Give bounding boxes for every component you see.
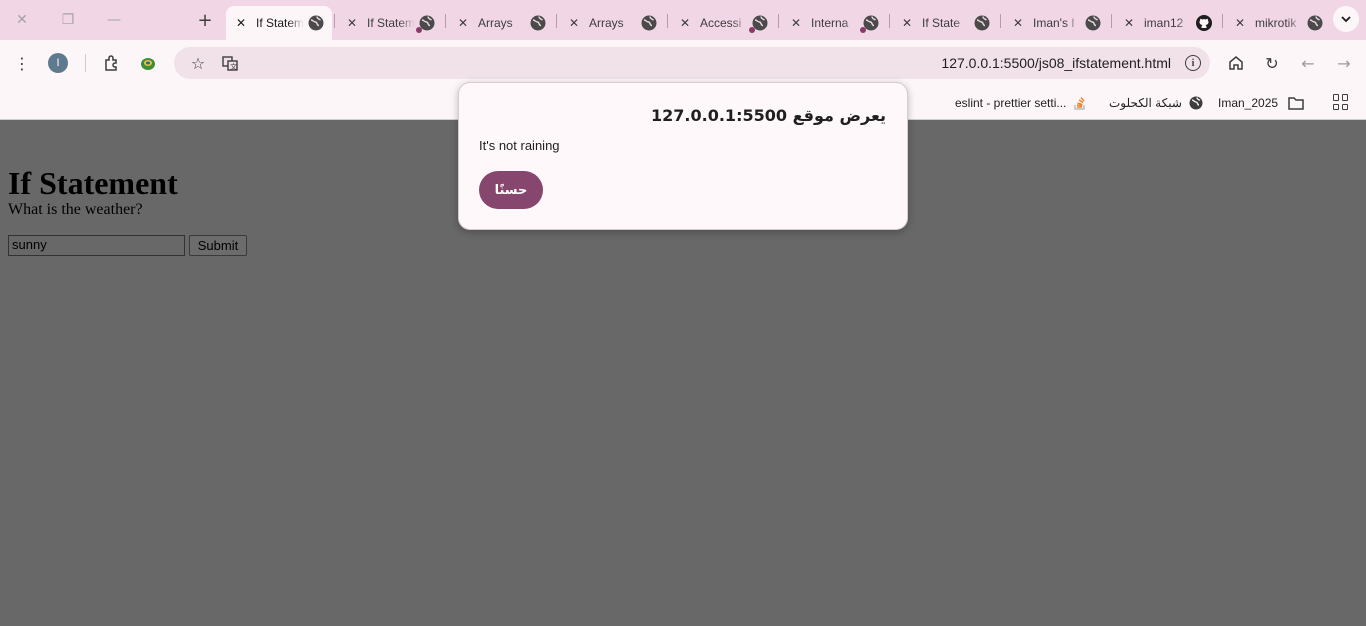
translate-icon[interactable]: 文 — [218, 51, 242, 75]
audio-indicator-icon — [749, 27, 755, 33]
tab[interactable]: ✕ Iman's I — [1003, 6, 1109, 40]
tab-close-icon[interactable]: ✕ — [678, 16, 692, 30]
new-tab-button[interactable]: + — [192, 6, 218, 34]
tab-title: If Statem — [256, 16, 304, 30]
stackoverflow-icon — [1072, 95, 1088, 111]
weather-input[interactable]: sunny — [8, 235, 185, 256]
globe-icon — [860, 15, 879, 33]
bookmark-folder-iman[interactable]: Iman_2025 — [1218, 93, 1304, 113]
tab-close-icon[interactable]: ✕ — [900, 16, 914, 30]
bookmark-label: eslint - prettier setti... — [955, 96, 1067, 110]
tab-close-icon[interactable]: ✕ — [1011, 16, 1025, 30]
close-window-icon[interactable]: ✕ — [8, 6, 36, 34]
folder-icon — [1288, 95, 1304, 111]
tab-separator — [889, 14, 890, 28]
tab-separator — [556, 14, 557, 28]
restore-window-icon[interactable]: ❐ — [54, 6, 82, 34]
apps-grid-icon[interactable] — [1333, 94, 1349, 110]
tab-title: If State — [922, 16, 961, 30]
tab-search-button[interactable] — [1333, 6, 1359, 32]
reload-icon[interactable]: ↻ — [1260, 51, 1284, 75]
tab-close-icon[interactable]: ✕ — [456, 16, 470, 30]
back-icon[interactable]: ← — [1296, 51, 1320, 75]
tab-close-icon[interactable]: ✕ — [345, 16, 359, 30]
toolbar: ⋮ I ☆ 文 127.0.0.1:5500/js08_ifstatement.… — [0, 40, 1366, 86]
dialog-message: It's not raining — [479, 138, 560, 153]
address-bar[interactable]: ☆ 文 127.0.0.1:5500/js08_ifstatement.html… — [174, 47, 1210, 79]
tab-title: Arrays — [478, 16, 513, 30]
tab-title: Accessi — [700, 16, 742, 30]
tab[interactable]: ✕ Interna — [781, 6, 887, 40]
tab-separator — [667, 14, 668, 28]
extensions-icon[interactable] — [100, 51, 124, 75]
globe-icon — [530, 15, 546, 31]
tab-title: Iman's I — [1033, 16, 1075, 30]
tab[interactable]: ✕ Arrays — [559, 6, 665, 40]
globe-icon — [641, 15, 657, 31]
globe-icon — [416, 15, 435, 33]
globe-icon — [1188, 95, 1204, 111]
tab-close-icon[interactable]: ✕ — [567, 16, 581, 30]
tab[interactable]: ✕ If State — [892, 6, 998, 40]
tab-close-icon[interactable]: ✕ — [1122, 16, 1136, 30]
dialog-title: يعرض موقع 127.0.0.1:5500 — [651, 106, 886, 125]
site-info-icon[interactable]: i — [1185, 55, 1201, 71]
avatar[interactable]: I — [48, 53, 68, 73]
tab[interactable]: ✕ Accessi — [670, 6, 776, 40]
audio-indicator-icon — [416, 27, 422, 33]
tab[interactable]: ✕ If Statem — [337, 6, 443, 40]
tab-separator — [1000, 14, 1001, 28]
tab-strip: ✕ ❐ — + ✕ If Statem ✕ If Statem ✕ Arrays ✕ Arra… — [0, 0, 1366, 40]
tab[interactable]: ✕ If Statem — [226, 6, 332, 40]
menu-kebab-icon[interactable]: ⋮ — [10, 51, 34, 75]
tab-title: Interna — [811, 16, 849, 30]
tab-close-icon[interactable]: ✕ — [1233, 16, 1247, 30]
tab-close-icon[interactable]: ✕ — [234, 16, 248, 30]
tab-separator — [445, 14, 446, 28]
tab-close-icon[interactable]: ✕ — [789, 16, 803, 30]
toolbar-divider — [85, 54, 86, 72]
globe-icon — [1085, 15, 1101, 31]
tab[interactable]: ✕ Arrays — [448, 6, 554, 40]
bookmark-label: Iman_2025 — [1218, 96, 1279, 110]
globe-icon — [308, 15, 324, 31]
chevron-down-icon — [1341, 16, 1351, 23]
globe-icon — [749, 15, 768, 33]
audio-indicator-icon — [860, 27, 866, 33]
svg-text:文: 文 — [230, 62, 237, 71]
tab-separator — [1222, 14, 1223, 28]
tab[interactable]: ✕ iman12 — [1114, 6, 1220, 40]
tab-separator — [334, 14, 335, 28]
weather-question: What is the weather? — [8, 201, 143, 218]
tab-title: If Statem — [367, 16, 415, 30]
github-icon — [1196, 15, 1212, 31]
bookmark-eslint[interactable]: eslint - prettier setti... — [955, 93, 1088, 113]
minimize-window-icon[interactable]: — — [100, 6, 128, 34]
tab-title: mikrotik — [1255, 16, 1297, 30]
alert-dialog: يعرض موقع 127.0.0.1:5500 It's not rainin… — [458, 82, 908, 230]
globe-icon — [1307, 15, 1323, 31]
tab-title: Arrays — [589, 16, 624, 30]
ok-button[interactable]: حسنًا — [479, 171, 543, 209]
tab-title: iman12 — [1144, 16, 1184, 30]
bookmark-label: شبكة الكحلوت — [1109, 96, 1182, 110]
star-icon[interactable]: ☆ — [186, 51, 210, 75]
bookmark-arabic-net[interactable]: شبكة الكحلوت — [1109, 93, 1204, 113]
home-icon[interactable] — [1224, 51, 1248, 75]
extension-app-icon[interactable] — [136, 51, 160, 75]
submit-button[interactable]: Submit — [189, 235, 247, 256]
tab[interactable]: ✕ mikrotik — [1225, 6, 1331, 40]
page-title: If Statement — [8, 165, 178, 201]
tab-separator — [778, 14, 779, 28]
url-text[interactable]: 127.0.0.1:5500/js08_ifstatement.html — [941, 55, 1171, 71]
globe-icon — [974, 15, 990, 31]
forward-icon[interactable]: → — [1332, 51, 1356, 75]
tab-separator — [1111, 14, 1112, 28]
